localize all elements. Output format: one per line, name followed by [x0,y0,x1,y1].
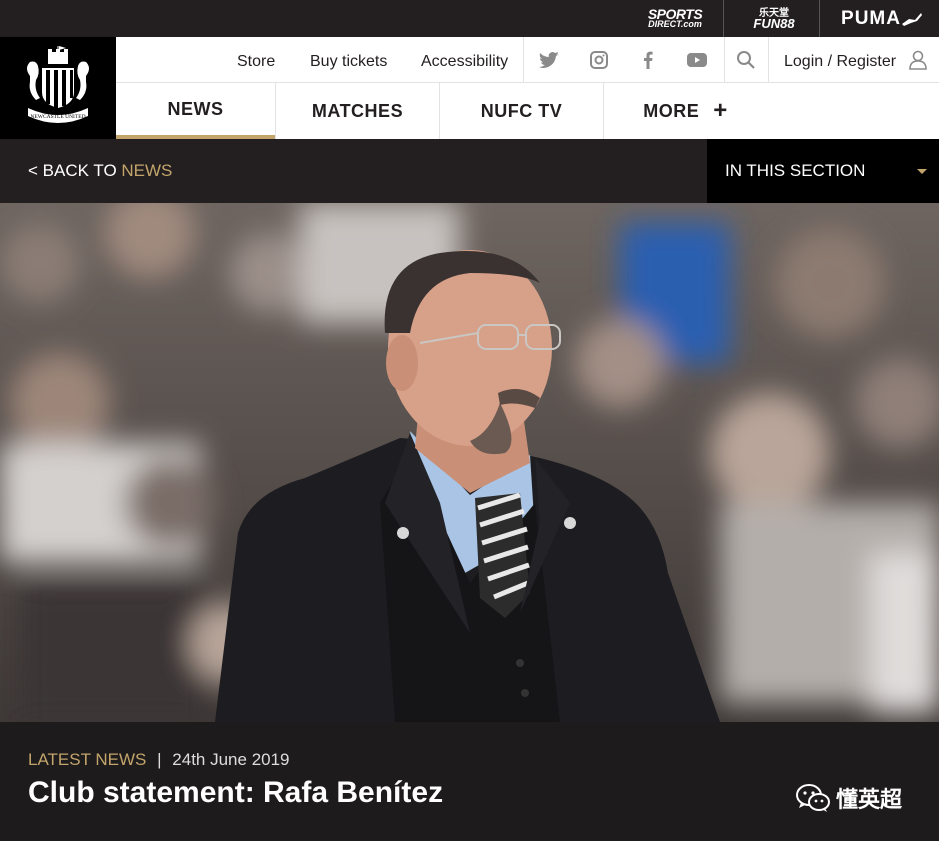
instagram-icon[interactable] [579,37,619,83]
back-target: NEWS [121,161,173,180]
fun88-line2: FUN88 [753,15,795,31]
wechat-icon [796,784,830,812]
nav-matches-label: MATCHES [311,100,404,121]
club-crest-logo[interactable]: NEWCASTLE UNITED [0,37,116,139]
accessibility-link[interactable]: Accessibility [421,37,508,83]
sports-direct-line1: SPORTS [647,5,703,22]
util-divider [523,37,524,83]
store-link[interactable]: Store [237,37,275,83]
puma-logo[interactable]: PUMA [832,0,932,37]
wechat-watermark: 懂英超 [796,782,902,814]
article-caption: LATEST NEWS | 24th June 2019 Club statem… [0,722,939,841]
search-icon[interactable] [726,37,766,83]
svg-text:NEWCASTLE UNITED: NEWCASTLE UNITED [30,114,85,120]
twitter-icon[interactable] [529,37,569,83]
main-nav: NEWS MATCHES NUFC TV MORE + [116,83,939,139]
nav-nufc-tv[interactable]: NUFC TV [440,83,603,139]
article-category[interactable]: LATEST NEWS [28,750,146,769]
nav-news-label: NEWS [167,98,224,119]
sponsor-divider [723,0,724,37]
nav-more[interactable]: MORE + [604,83,767,139]
article-date: 24th June 2019 [172,750,290,769]
puma-cat-icon [901,12,922,26]
puma-text: PUMA [841,7,901,29]
newcastle-crest-icon: NEWCASTLE UNITED [27,46,89,123]
nav-news[interactable]: NEWS [116,83,275,139]
util-divider [768,37,769,83]
chevron-down-icon [917,169,927,174]
plus-icon: + [713,97,728,124]
article-title: Club statement: Rafa Benítez [28,776,444,809]
hero-image [0,203,939,722]
login-register-link[interactable]: Login / Register [784,37,896,83]
fun88-logo[interactable]: 乐天堂 FUN88 [733,0,815,37]
site-header: NEWCASTLE UNITED Store Buy tickets Acces… [0,37,939,139]
in-this-section-dropdown[interactable]: IN THIS SECTION [707,139,939,203]
user-icon[interactable] [898,37,938,83]
buy-tickets-link[interactable]: Buy tickets [310,37,387,83]
nav-more-label: MORE [643,100,700,121]
back-to-news-link[interactable]: < BACK TO NEWS [28,139,172,203]
sports-direct-line2: DIRECT.com [648,18,702,29]
nav-nufc-tv-label: NUFC TV [480,100,563,121]
sports-direct-logo[interactable]: SPORTS DIRECT.com [636,0,714,37]
utility-nav: Store Buy tickets Accessibility Login / … [116,37,939,83]
sponsor-divider [819,0,820,37]
facebook-icon[interactable] [628,37,668,83]
in-this-section-label: IN THIS SECTION [725,161,866,180]
back-prefix: < BACK TO [28,161,122,180]
nav-matches[interactable]: MATCHES [276,83,439,139]
watermark-text: 懂英超 [836,787,903,812]
section-bar: < BACK TO NEWS IN THIS SECTION [0,139,939,203]
manager-photo [0,203,939,722]
meta-separator: | [157,750,162,769]
sponsor-bar: SPORTS DIRECT.com 乐天堂 FUN88 PUMA [0,0,939,37]
youtube-icon[interactable] [677,37,717,83]
article-meta: LATEST NEWS | 24th June 2019 [28,750,290,770]
util-divider [724,37,725,83]
